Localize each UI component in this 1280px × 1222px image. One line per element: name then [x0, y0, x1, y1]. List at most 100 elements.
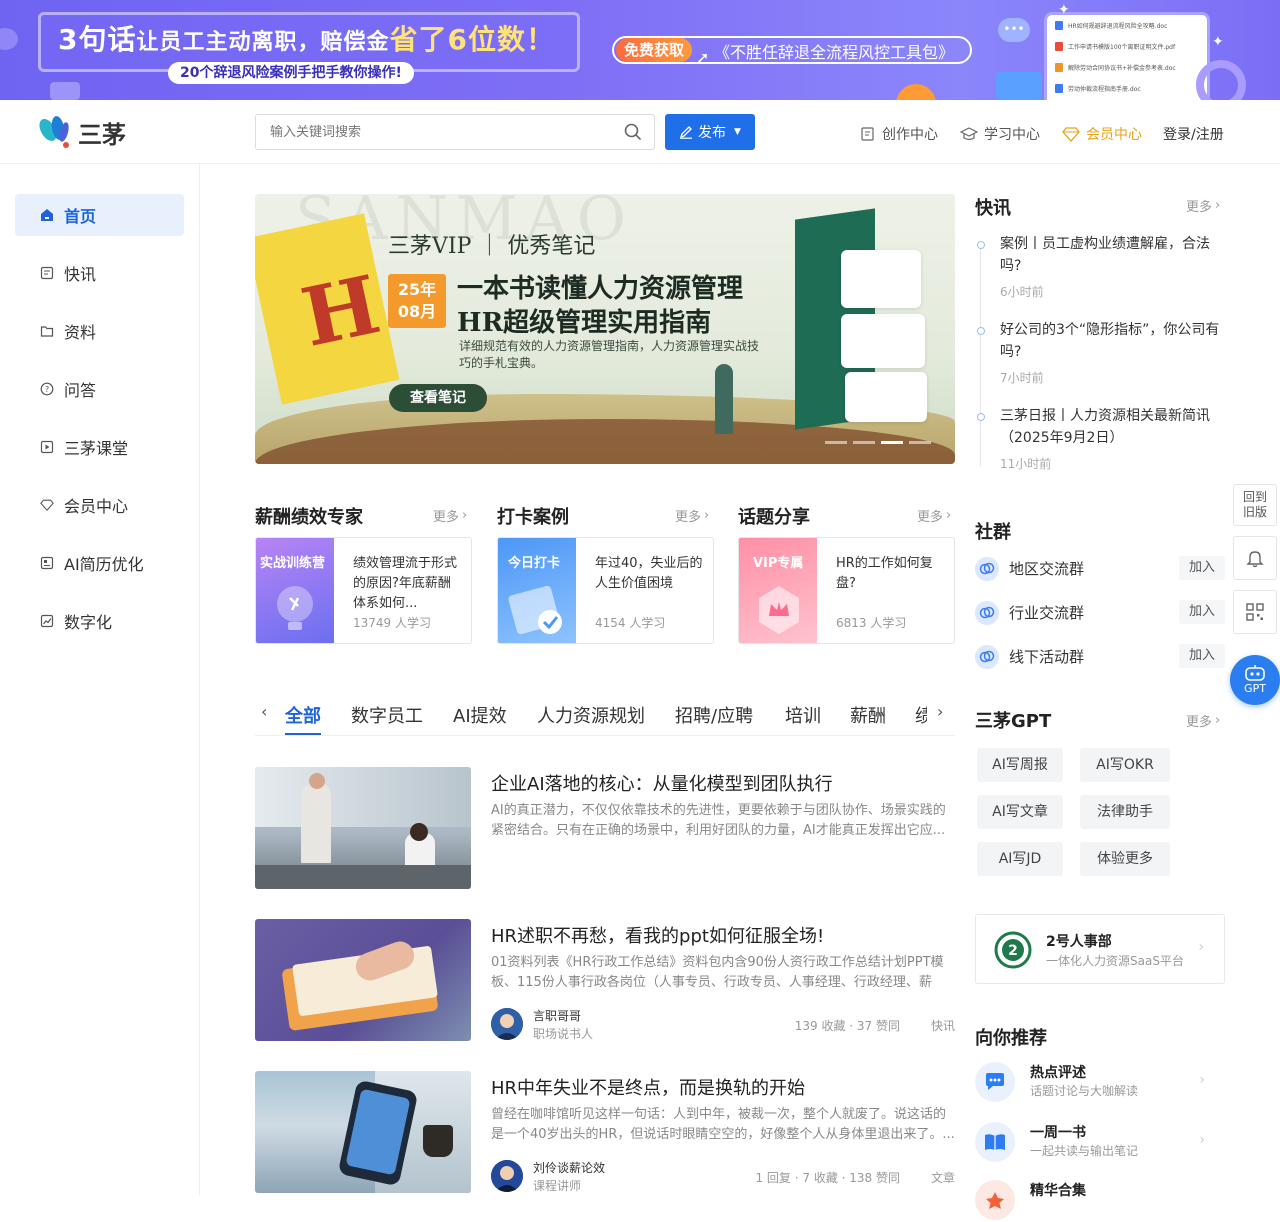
search-input[interactable] — [270, 115, 610, 149]
nav-label: 学习中心 — [984, 127, 1040, 143]
carousel-dot-active[interactable] — [881, 441, 903, 444]
tab-compensation[interactable]: 薪酬 — [850, 702, 886, 728]
article-title[interactable]: HR中年失业不是终点，而是换轨的开始 — [491, 1074, 805, 1100]
chevron-right-icon[interactable]: › — [937, 702, 943, 721]
news-title[interactable]: 案例丨员工虚构业绩遭解雇，合法吗? — [1000, 233, 1225, 277]
course-card[interactable]: VIP专属 HR的工作如何复盘? 6813 人学习 — [738, 537, 955, 644]
site-logo[interactable]: 三茅 — [38, 114, 126, 150]
gpt-okr-button[interactable]: AI写OKR — [1080, 748, 1170, 782]
tab-digital-employee[interactable]: 数字员工 — [351, 702, 423, 728]
course-learners: 6813 人学习 — [836, 616, 907, 630]
join-button[interactable]: 加入 — [1179, 600, 1225, 624]
author-avatar[interactable] — [491, 1008, 523, 1040]
sidebar-item-news[interactable]: 快讯 — [15, 252, 184, 294]
more-link[interactable]: 更多 › — [675, 506, 709, 525]
news-item[interactable]: 好公司的3个“隐形指标”，你公司有吗? 7小时前 — [975, 319, 1225, 389]
svg-text:2: 2 — [1008, 943, 1018, 959]
free-get-button[interactable]: 免费获取 — [616, 38, 693, 62]
author-name[interactable]: 刘伶谈薪论效 — [533, 1159, 605, 1176]
group-name[interactable]: 线下活动群 — [1009, 646, 1084, 667]
sidebar-item-member[interactable]: 会员中心 — [15, 484, 184, 526]
recommend-item[interactable]: 热点评述 话题讨论与大咖解读 › — [975, 1060, 1225, 1104]
recommend-item[interactable]: 精华合集 — [975, 1178, 1225, 1222]
cursor-icon: ➚ — [696, 48, 710, 67]
carousel-dot[interactable] — [853, 441, 875, 444]
news-item[interactable]: 案例丨员工虚构业绩遭解雇，合法吗? 6小时前 — [975, 233, 1225, 303]
more-link[interactable]: 更多 › — [917, 506, 951, 525]
gpt-assistant-button[interactable]: GPT — [1230, 655, 1280, 705]
news-title[interactable]: 好公司的3个“隐形指标”，你公司有吗? — [1000, 319, 1225, 363]
tab-ai-efficiency[interactable]: AI提效 — [453, 702, 507, 728]
gpt-section-title: 三茅GPT — [975, 711, 1052, 732]
publish-button[interactable]: 发布 ▼ — [665, 114, 755, 150]
tab-performance[interactable]: 绩 — [915, 702, 927, 728]
doc-icon — [1055, 84, 1063, 93]
sidebar-item-classroom[interactable]: 三茅课堂 — [15, 426, 184, 468]
headline-part-b: 让员工主动离职，赔偿金 — [136, 30, 390, 55]
chat-bubble-decoration — [0, 28, 18, 50]
author-avatar[interactable] — [491, 1160, 523, 1192]
join-button[interactable]: 加入 — [1179, 644, 1225, 668]
tab-hr-planning[interactable]: 人力资源规划 — [537, 702, 645, 728]
group-name[interactable]: 地区交流群 — [1009, 558, 1084, 579]
hero-carousel[interactable]: SANMAO H 三茅VIP ｜ 优秀笔记 25年 08月 一本书读懂人力资源管理… — [255, 194, 955, 464]
sidebar-item-resources[interactable]: 资料 — [15, 310, 184, 352]
article-item[interactable]: HR中年失业不是终点，而是换轨的开始 曾经在咖啡馆听见这样一句话：人到中年，被裁… — [255, 1071, 955, 1193]
tab-recruiting[interactable]: 招聘/应聘 — [675, 702, 753, 728]
more-link[interactable]: 更多 › — [1186, 711, 1220, 730]
carousel-dot[interactable] — [909, 441, 931, 444]
file-name: 劳动仲裁流程指南手册.doc — [1068, 86, 1141, 93]
author-role: 课程讲师 — [533, 1179, 582, 1193]
article-item[interactable]: 企业AI落地的核心：从量化模型到团队执行 AI的真正潜力，不仅仅依靠技术的先进性… — [255, 767, 955, 889]
news-section-title: 快讯 — [975, 198, 1011, 219]
author-name[interactable]: 言职哥哥 — [533, 1007, 581, 1024]
view-notes-button[interactable]: 查看笔记 — [389, 384, 487, 412]
gpt-more-button[interactable]: 体验更多 — [1080, 842, 1170, 876]
tab-all[interactable]: 全部 — [285, 702, 321, 728]
search-icon[interactable] — [624, 123, 642, 145]
course-card[interactable]: 今日打卡 年过40，失业后的人生价值困境 4154 人学习 — [497, 537, 714, 644]
sidebar-item-home[interactable]: 首页 — [15, 194, 184, 236]
more-link[interactable]: 更多 › — [433, 506, 467, 525]
sidebar-item-digital[interactable]: 数字化 — [15, 600, 184, 642]
join-button[interactable]: 加入 — [1179, 556, 1225, 580]
search-box[interactable] — [255, 114, 655, 150]
article-summary: 01资料列表《HR行政工作总结》资料包内含90份人资行政工作总结计划PPT模板、… — [491, 955, 944, 990]
gpt-jd-button[interactable]: AI写JD — [977, 842, 1063, 876]
article-image — [255, 1071, 471, 1193]
left-sidebar: 首页 快讯 资料 ? 问答 三茅课堂 会员中心 AI简历优化 数字化 — [0, 164, 200, 1195]
lightbulb-icon — [277, 586, 313, 630]
group-name[interactable]: 行业交流群 — [1009, 602, 1084, 623]
author-role: 职场说书人 — [533, 1027, 594, 1041]
back-to-old-version-button[interactable]: 回到 旧版 — [1233, 484, 1277, 526]
news-item[interactable]: 三茅日报丨人力资源相关最新简讯（2025年9月2日） 11小时前 — [975, 405, 1225, 475]
company-ad-card[interactable]: 2 2号人事部 一体化人力资源SaaS平台 › — [975, 914, 1225, 984]
gpt-article-button[interactable]: AI写文章 — [977, 795, 1063, 829]
notification-button[interactable] — [1233, 536, 1277, 580]
chevron-left-icon[interactable]: ‹ — [261, 702, 267, 721]
gpt-legal-button[interactable]: 法律助手 — [1080, 795, 1170, 829]
sidebar-item-qa[interactable]: ? 问答 — [15, 368, 184, 410]
sidebar-item-ai-resume[interactable]: AI简历优化 — [15, 542, 184, 584]
article-title[interactable]: 企业AI落地的核心：从量化模型到团队执行 — [491, 770, 833, 796]
nav-member-center[interactable]: 会员中心 — [1062, 124, 1142, 144]
chevron-right-icon: › — [1215, 198, 1221, 213]
carousel-dot[interactable] — [825, 441, 847, 444]
more-link[interactable]: 更多 › — [1186, 196, 1220, 215]
login-register-link[interactable]: 登录/注册 — [1163, 124, 1224, 144]
logo-text: 三茅 — [78, 120, 126, 149]
recommend-item[interactable]: 一周一书 一起共读与输出笔记 › — [975, 1120, 1225, 1164]
article-title[interactable]: HR述职不再愁，看我的ppt如何征服全场! — [491, 922, 824, 948]
promo-banner[interactable]: 3句话让员工主动离职，赔偿金省了6位数！ 20个辞退风险案例手把手教你操作! 免… — [0, 0, 1280, 100]
news-title[interactable]: 三茅日报丨人力资源相关最新简讯（2025年9月2日） — [1000, 405, 1225, 449]
timeline-dot — [977, 241, 985, 249]
recommend-desc: 一起共读与输出笔记 — [1030, 1144, 1139, 1158]
nav-create-center[interactable]: 创作中心 — [860, 124, 938, 144]
nav-learning-center[interactable]: 学习中心 — [960, 124, 1040, 144]
person-head — [309, 773, 325, 789]
article-item[interactable]: HR述职不再愁，看我的ppt如何征服全场! 01资料列表《HR行政工作总结》资料… — [255, 919, 955, 1041]
gpt-weekly-report-button[interactable]: AI写周报 — [977, 748, 1063, 782]
course-card[interactable]: 实战训练营 绩效管理流于形式的原因?年底薪酬体系如何... 13749 人学习 — [255, 537, 472, 644]
tab-training[interactable]: 培训 — [785, 702, 821, 728]
qr-code-button[interactable] — [1233, 590, 1277, 634]
